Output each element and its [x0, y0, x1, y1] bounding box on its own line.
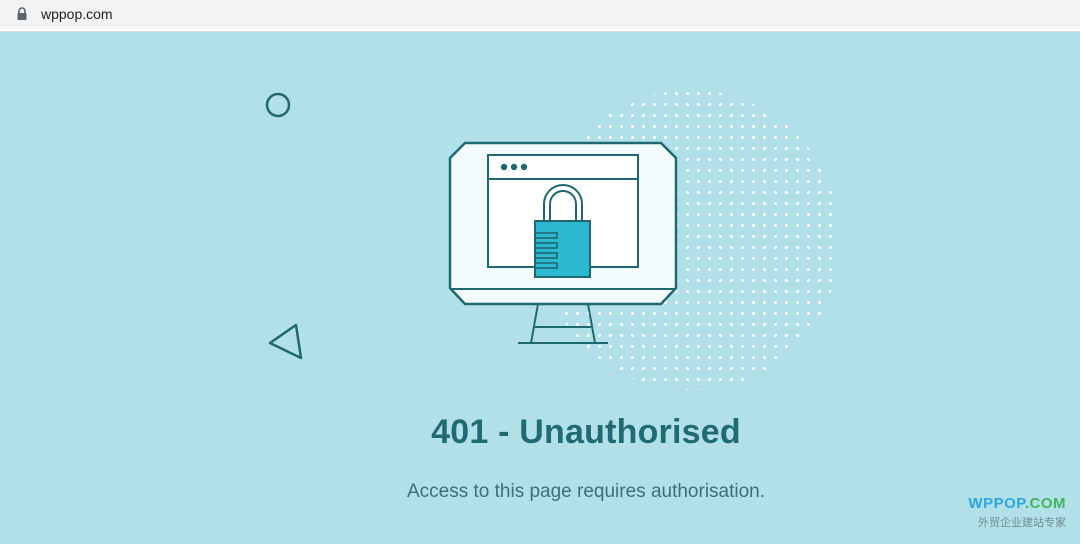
window-dot [520, 163, 528, 171]
circle-icon [265, 92, 291, 118]
watermark-brand-main: WPPOP [968, 495, 1025, 512]
triangle-icon [268, 323, 303, 360]
computer-padlock-illustration [265, 90, 840, 390]
window-dot [500, 163, 508, 171]
watermark-logo: WPPOP.COM 外贸企业建站专家 [968, 495, 1066, 530]
watermark-brand: WPPOP.COM [968, 495, 1066, 512]
watermark-tagline: 外贸企业建站专家 [978, 517, 1066, 529]
watermark-brand-suffix: .COM [1024, 495, 1066, 512]
error-title: 401 - Unauthorised [431, 413, 741, 451]
window-dot [510, 163, 518, 171]
error-message: Access to this page requires authorisati… [406, 481, 766, 502]
error-page: wppop.com 401 - Unauthorised Access to t… [0, 0, 1080, 544]
